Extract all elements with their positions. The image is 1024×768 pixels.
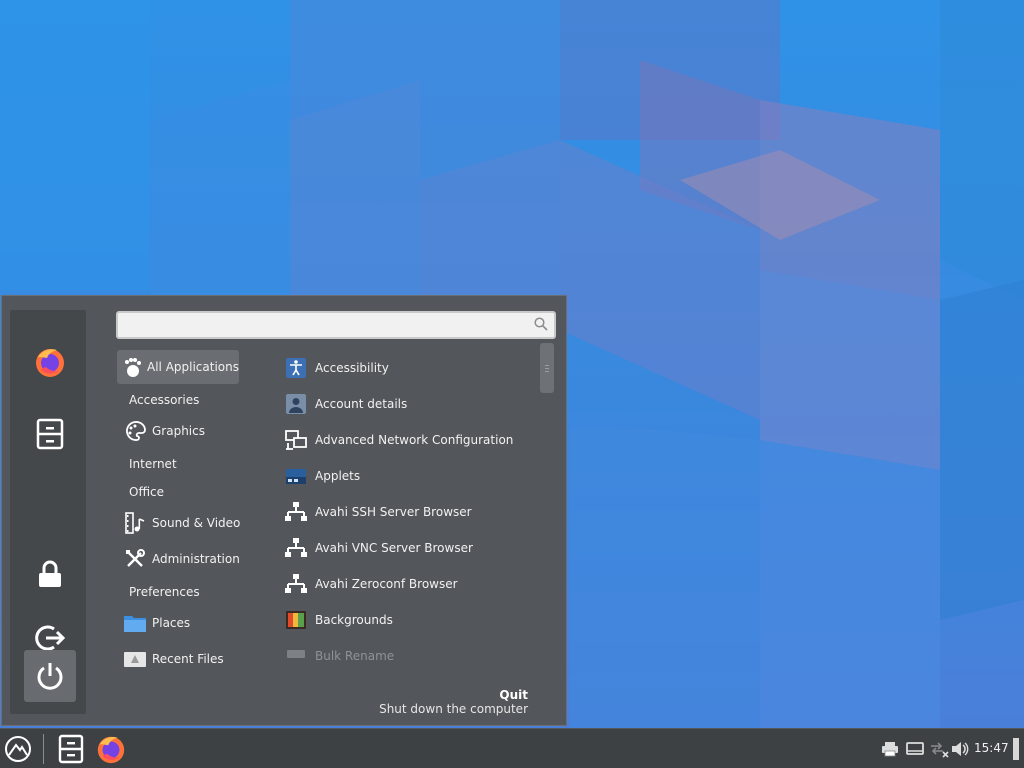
category-sound-video[interactable]: Sound & Video: [117, 506, 240, 540]
search-box[interactable]: [116, 311, 556, 339]
category-label: Internet: [129, 457, 177, 471]
category-label: All Applications: [147, 360, 239, 374]
clock[interactable]: 15:47: [974, 741, 1009, 755]
app-avahi-vnc-server-browser[interactable]: Avahi VNC Server Browser: [285, 532, 473, 564]
category-label: Sound & Video: [152, 516, 241, 530]
printer-icon: [882, 742, 898, 757]
category-recent-files[interactable]: Recent Files: [117, 642, 224, 676]
menu-logo-icon: [5, 736, 31, 762]
app-avahi-ssh-server-browser[interactable]: Avahi SSH Server Browser: [285, 496, 472, 528]
network-tree-icon: [285, 537, 307, 559]
favorite-file-manager[interactable]: [24, 408, 76, 460]
menu-sidebar: [10, 310, 86, 714]
category-label: Preferences: [129, 585, 200, 599]
network-tree-icon: [285, 501, 307, 523]
backgrounds-icon: [285, 609, 307, 631]
show-desktop-button[interactable]: [1010, 732, 1022, 766]
app-label: Avahi VNC Server Browser: [315, 541, 473, 555]
network-config-icon: [285, 429, 307, 451]
app-applets[interactable]: Applets: [285, 460, 360, 492]
accessibility-icon: [285, 357, 307, 379]
user-account-icon: [285, 393, 307, 415]
file-manager-icon: [36, 418, 64, 450]
film-music-icon: [121, 506, 149, 540]
category-preferences[interactable]: Preferences: [117, 575, 200, 609]
category-label: Accessories: [129, 393, 200, 407]
search-icon[interactable]: [534, 317, 548, 331]
favorite-firefox[interactable]: [24, 336, 76, 388]
search-input[interactable]: [124, 316, 524, 334]
palette-icon: [121, 414, 149, 448]
folder-icon: [121, 606, 149, 640]
display-applet[interactable]: [905, 732, 925, 766]
launcher-firefox[interactable]: [94, 732, 128, 766]
app-label: Backgrounds: [315, 613, 393, 627]
category-administration[interactable]: Administration: [117, 542, 240, 576]
display-icon: [906, 742, 924, 755]
app-avahi-zeroconf-browser[interactable]: Avahi Zeroconf Browser: [285, 568, 458, 600]
menu-button[interactable]: [2, 732, 34, 766]
power-icon: [37, 663, 63, 690]
show-desktop-icon: [1013, 738, 1019, 760]
applets-icon: [285, 465, 307, 487]
app-label: Bulk Rename: [315, 649, 395, 663]
gnome-foot-icon: [121, 350, 144, 384]
category-accessories[interactable]: Accessories: [117, 383, 199, 417]
app-label: Advanced Network Configuration: [315, 433, 514, 447]
printer-applet[interactable]: [880, 732, 900, 766]
app-bulk-rename[interactable]: Bulk Rename: [285, 640, 394, 672]
bulk-rename-icon: [285, 645, 307, 667]
file-manager-icon: [58, 734, 84, 764]
volume-icon: [952, 742, 969, 756]
app-advanced-network-configuration[interactable]: Advanced Network Configuration: [285, 424, 513, 456]
firefox-icon: [97, 736, 125, 764]
app-label: Accessibility: [315, 361, 389, 375]
app-label: Applets: [315, 469, 361, 483]
lock-screen-button[interactable]: [24, 548, 76, 600]
app-label: Account details: [315, 397, 408, 411]
shutdown-button[interactable]: [24, 650, 76, 702]
category-graphics[interactable]: Graphics: [117, 414, 205, 448]
category-label: Places: [152, 616, 191, 630]
category-label: Graphics: [152, 424, 205, 438]
lock-icon: [39, 560, 61, 587]
panel-separator: [43, 734, 44, 764]
category-office[interactable]: Office: [117, 475, 164, 509]
app-list-scrollbar[interactable]: [540, 343, 554, 393]
category-all-applications[interactable]: All Applications: [117, 350, 239, 384]
info-title: Quit: [499, 688, 528, 702]
category-label: Office: [129, 485, 165, 499]
recent-files-icon: [121, 642, 149, 676]
network-disconnected-icon: [931, 742, 949, 758]
application-menu: All Applications Accessories Graphics In…: [1, 295, 567, 726]
launcher-file-manager[interactable]: [54, 732, 88, 766]
logout-icon: [35, 625, 66, 651]
network-tree-icon: [285, 573, 307, 595]
category-label: Administration: [152, 552, 240, 566]
app-account-details[interactable]: Account details: [285, 388, 407, 420]
info-description: Shut down the computer: [379, 702, 528, 716]
category-label: Recent Files: [152, 652, 224, 666]
firefox-icon: [36, 349, 64, 377]
app-label: Avahi SSH Server Browser: [315, 505, 472, 519]
category-places[interactable]: Places: [117, 606, 190, 640]
taskbar-panel: 15:47: [0, 728, 1024, 768]
network-applet[interactable]: [928, 732, 950, 766]
tools-icon: [121, 542, 149, 576]
app-label: Avahi Zeroconf Browser: [315, 577, 458, 591]
sound-applet[interactable]: [950, 732, 970, 766]
app-accessibility[interactable]: Accessibility: [285, 352, 389, 384]
app-backgrounds[interactable]: Backgrounds: [285, 604, 393, 636]
